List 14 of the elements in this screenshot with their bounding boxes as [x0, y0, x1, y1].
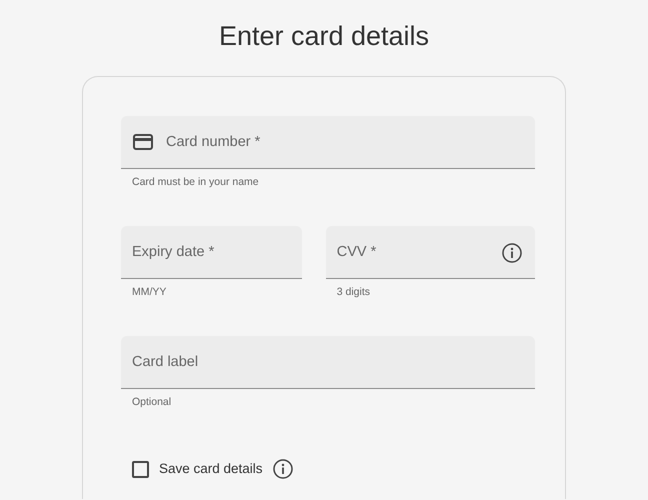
input-field[interactable]: Expiry date *: [121, 226, 302, 279]
checkbox[interactable]: [132, 460, 149, 478]
hint-text: MM/YY: [132, 285, 168, 299]
hint-text: Card must be in your name: [132, 175, 260, 189]
info-icon[interactable]: [502, 243, 522, 263]
credit-card-icon: [133, 134, 153, 150]
page-title: Enter card details: [218, 20, 430, 53]
input-field[interactable]: Card number *: [121, 116, 535, 169]
input-field[interactable]: CVV *: [326, 226, 535, 279]
hint-text: 3 digits: [336, 285, 372, 299]
hint-text: Optional: [132, 395, 172, 409]
input-field[interactable]: Card label: [121, 336, 535, 389]
info-icon[interactable]: [272, 459, 293, 480]
checkbox-label[interactable]: Save card details: [159, 459, 263, 480]
